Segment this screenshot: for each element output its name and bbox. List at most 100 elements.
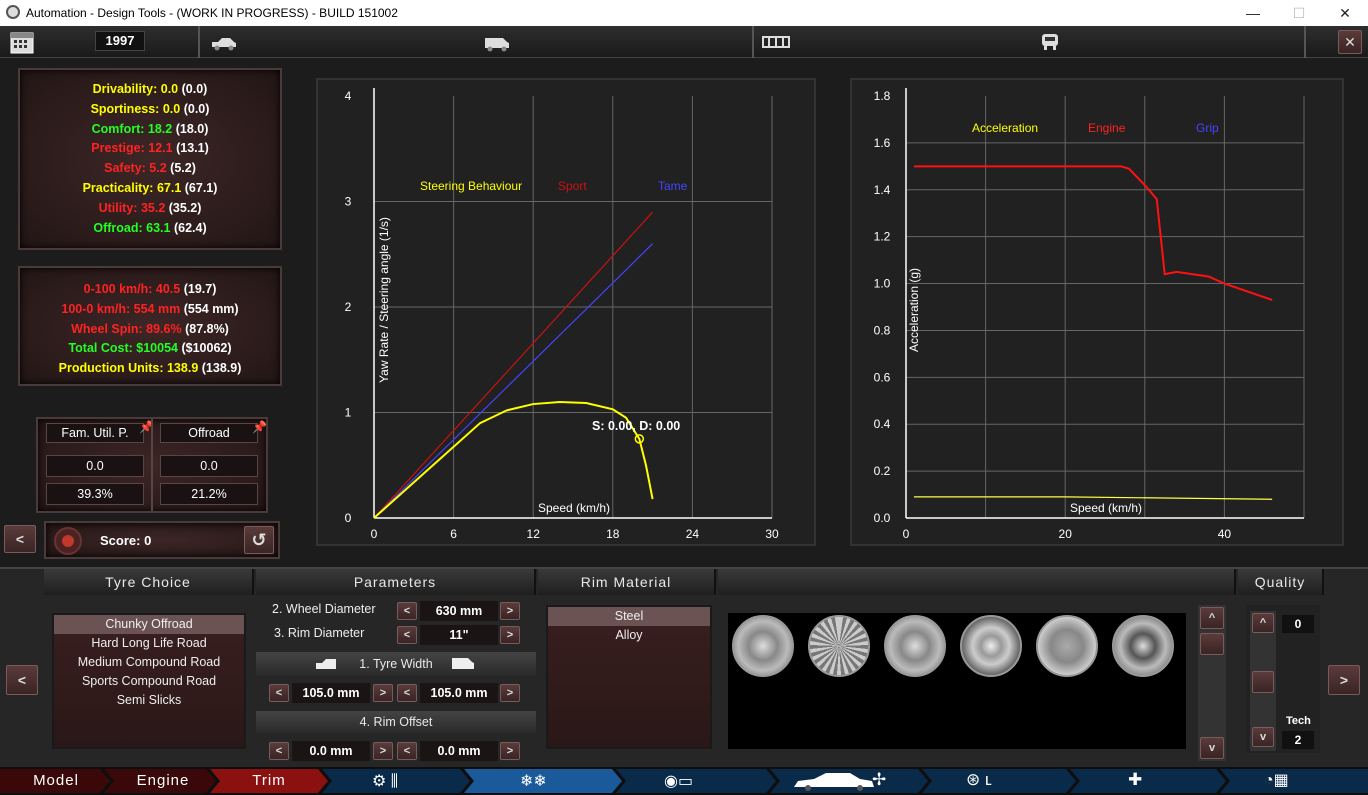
brakes-icon[interactable]: ◉▭ [664,771,693,791]
tyre-choice-item[interactable]: Sports Compound Road [54,672,244,691]
car-side-icon[interactable] [210,35,238,51]
undo-button[interactable]: ↺ [244,526,274,554]
tyre-width-front-value: 105.0 mm [292,683,370,703]
wheel-diameter-decrease[interactable]: < [397,602,417,620]
rim-diameter-increase[interactable]: > [500,626,520,644]
safety-icon[interactable]: ✚ [1128,770,1142,790]
tyre-choice-list: Chunky Offroad Hard Long Life Road Medium … [52,613,246,749]
quality-thumb[interactable] [1252,671,1274,693]
rating-value: 5.2 [149,161,167,176]
tyre-choice-header: Tyre Choice [44,569,254,595]
prev-section-button[interactable]: < [6,665,38,695]
rim-material-item[interactable]: Alloy [548,626,710,645]
rim-style-3[interactable] [884,615,946,677]
market-name-1[interactable]: Fam. Util. P. [46,423,144,443]
front-car-icon [316,659,336,669]
rim-style-2[interactable] [808,615,870,677]
rating-row: Utility: 35.2 (35.2) [20,199,280,219]
rating-label: Practicality: [82,180,154,195]
perf-previous: ($10062) [181,341,232,356]
testing-icon[interactable]: ◔▦ [1264,770,1289,790]
fan-icon[interactable]: ✢ [872,770,886,790]
perf-row: 100-0 km/h: 554 mm (554 mm) [20,300,280,320]
y-tick-label: 1 [345,406,352,420]
y-tick-label: 0.2 [874,464,891,478]
market-percent-1: 39.3% [46,483,144,505]
performance-panel: 0-100 km/h: 40.5 (19.7) 100-0 km/h: 554 m… [18,266,282,386]
wheel-diameter-increase[interactable]: > [500,602,520,620]
rim-style-1[interactable] [732,615,794,677]
rim-offset-rear-value: 0.0 mm [420,741,498,761]
x-tick-label: 0 [371,527,378,541]
interior-icon[interactable]: ⊛ ʟ [966,770,992,790]
rating-label: Sportiness: [90,101,160,116]
x-tick-label: 20 [1059,527,1073,541]
tech-value: 2 [1282,731,1314,749]
rim-offset-front-decrease[interactable]: < [269,742,289,760]
perf-value: 138.9 [166,361,199,376]
acceleration-chart: 0 20 40 0.0 0.2 0.4 0.6 0.8 1.0 1.2 1.4 1.6 1.8 Speed… [850,78,1344,546]
rim-style-6[interactable] [1112,615,1174,677]
maximize-button[interactable]: ☐ [1276,0,1322,26]
nav-trim[interactable]: Trim [222,769,316,793]
rating-value: 35.2 [140,200,166,215]
quality-up-button[interactable]: ^ [1252,613,1274,633]
close-designer-button[interactable]: ✕ [1338,30,1362,54]
rating-value: 18.2 [147,121,173,136]
body-aero-icon[interactable] [792,771,882,791]
tyre-width-front-decrease[interactable]: < [269,684,289,702]
tyre-width-rear-decrease[interactable]: < [397,684,417,702]
market-value-2: 0.0 [160,455,258,477]
prev-panel-button[interactable]: < [4,525,36,553]
rim-style-5[interactable] [1036,615,1098,677]
rim-offset-rear-increase[interactable]: > [500,742,520,760]
y-tick-label: 0.6 [874,370,891,384]
rim-diameter-decrease[interactable]: < [397,626,417,644]
tyre-choice-item[interactable]: Semi Slicks [54,691,244,710]
scroll-thumb[interactable] [1200,633,1224,655]
close-window-button[interactable]: ✕ [1322,0,1368,26]
rim-offset-rear-decrease[interactable]: < [397,742,417,760]
perf-label: Total Cost: [68,341,133,356]
rim-offset-front-increase[interactable]: > [373,742,393,760]
rating-previous: (18.0) [175,121,209,136]
rim-material-item[interactable]: Steel [548,607,710,626]
rim-style-4[interactable] [960,615,1022,677]
tyre-choice-item[interactable]: Hard Long Life Road [54,634,244,653]
quality-slider[interactable]: ^ v [1250,611,1276,751]
scroll-down-button[interactable]: v [1200,737,1224,759]
van-icon[interactable] [483,34,511,52]
tyre-choice-item[interactable]: Medium Compound Road [54,653,244,672]
window-title: Automation - Design Tools - (WORK IN PRO… [26,6,398,20]
rating-previous: (13.1) [176,141,209,156]
legend-sport: Sport [558,179,587,193]
next-section-button[interactable]: > [1328,665,1360,695]
market-name-2[interactable]: Offroad [160,423,258,443]
chassis-icon[interactable] [762,35,790,49]
suspension-icon[interactable]: ❄❄ [520,771,547,791]
scroll-up-button[interactable]: ^ [1200,607,1224,629]
tyre-width-front-increase[interactable]: > [373,684,393,702]
pin-icon[interactable]: 📌 [252,420,267,434]
x-tick-label: 0 [903,527,910,541]
legend-grip: Grip [1196,121,1219,135]
x-tick-label: 40 [1218,527,1232,541]
tyre-width-rear-increase[interactable]: > [500,684,520,702]
quality-down-button[interactable]: v [1252,727,1274,747]
seat-icon[interactable] [1040,32,1060,52]
rating-row: Offroad: 63.1 (62.4) [20,219,280,239]
nav-engine[interactable]: Engine [116,769,210,793]
minimize-button[interactable]: — [1230,0,1276,26]
perf-value: 554 mm [133,301,181,316]
y-tick-label: 1.8 [874,89,891,103]
y-tick-label: 3 [345,195,352,209]
rim-material-header: Rim Material [538,569,716,595]
nav-model[interactable]: Model [8,769,104,793]
tyre-choice-item[interactable]: Chunky Offroad [54,615,244,634]
rating-previous: (0.0) [183,101,210,116]
calendar-icon[interactable] [10,30,34,54]
rating-row: Practicality: 67.1 (67.1) [20,179,280,199]
rating-label: Drivability: [92,82,158,96]
rim-style-scrollbar[interactable]: ^ v [1198,605,1226,761]
gearbox-icon[interactable]: ⚙ ⫼ [372,771,398,791]
